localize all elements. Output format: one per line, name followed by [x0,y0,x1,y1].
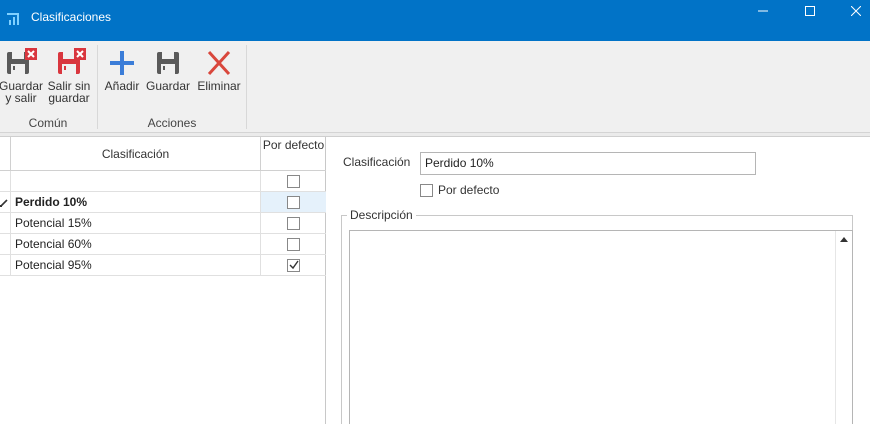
checkbox[interactable] [287,174,300,188]
save-close-icon [7,48,37,74]
row-indicator [0,234,11,254]
ribbon-group-divider [246,45,247,129]
grid-header: Clasificación Por defecto [0,137,326,171]
table-row[interactable]: Potencial 15% [0,213,326,234]
por-defecto-checkbox[interactable] [420,183,433,197]
row-indicator [0,171,11,191]
exit-without-saving-label: Salir sin guardar [47,79,91,105]
cell-clasificacion[interactable] [11,171,261,191]
add-button[interactable]: Añadir [102,47,142,92]
delete-x-icon [207,50,231,76]
clasificaciones-grid: Clasificación Por defecto Perdido 10% Po… [0,137,326,424]
ribbon-group-comun: Común [28,116,68,130]
title-bar: Clasificaciones [0,0,870,41]
minimize-icon [758,10,768,12]
clasificacion-label: Clasificación [343,155,411,169]
maximize-button[interactable] [787,0,833,22]
cell-clasificacion[interactable]: Potencial 15% [11,213,261,233]
cell-clasificacion[interactable]: Perdido 10% [11,192,261,212]
add-label: Añadir [104,79,140,93]
scroll-up-button[interactable] [836,231,852,247]
ribbon-group-acciones: Acciones [147,116,197,130]
delete-label: Eliminar [197,79,241,93]
cell-clasificacion[interactable]: Potencial 95% [11,255,261,275]
checkbox[interactable] [287,195,300,209]
cell-por-defecto[interactable] [261,213,326,233]
table-row[interactable]: Perdido 10% [0,192,326,213]
column-header-por-defecto[interactable]: Por defecto [261,139,326,152]
cell-por-defecto[interactable] [261,171,326,191]
por-defecto-label: Por defecto [438,183,500,197]
row-indicator-header [0,137,11,171]
cell-por-defecto[interactable] [261,255,326,275]
minimize-button[interactable] [740,0,786,22]
save-label: Guardar [145,79,191,93]
checkmark-icon [289,260,299,270]
save-button[interactable]: Guardar [145,47,191,92]
clasificacion-input[interactable]: Perdido 10% [420,152,756,175]
vertical-scrollbar[interactable] [835,231,852,424]
cell-por-defecto[interactable] [261,192,326,212]
ribbon-toolbar: Guardar y salir Salir sin guardar Común … [0,41,870,133]
close-icon [851,6,861,16]
column-header-clasificacion[interactable]: Clasificación [11,137,261,171]
save-and-exit-label: Guardar y salir [0,79,44,105]
row-indicator [0,213,11,233]
pencil-edit-icon [0,199,8,207]
exit-no-save-icon [58,48,86,74]
descripcion-label: Descripción [347,208,416,222]
exit-without-saving-button[interactable]: Salir sin guardar [46,47,92,104]
triangle-up-icon [840,237,848,242]
checkbox[interactable] [287,258,300,272]
cell-clasificacion[interactable]: Potencial 60% [11,234,261,254]
close-button[interactable] [833,0,870,22]
checkbox[interactable] [287,216,300,230]
delete-button[interactable]: Eliminar [196,47,242,92]
table-row[interactable]: Potencial 95% [0,255,326,276]
table-row-new[interactable] [0,171,326,192]
table-row[interactable]: Potencial 60% [0,234,326,255]
checkbox[interactable] [287,237,300,251]
app-logo-icon [7,13,19,25]
save-icon [157,52,179,74]
row-indicator [0,255,11,275]
descripcion-textarea[interactable] [349,230,853,424]
maximize-icon [805,6,815,16]
window-title: Clasificaciones [31,10,112,24]
por-defecto-checkbox-row[interactable]: Por defecto [420,183,499,197]
cell-por-defecto[interactable] [261,234,326,254]
row-indicator [0,192,11,212]
plus-icon [110,51,134,75]
detail-form: Clasificación Perdido 10% Por defecto De… [327,137,870,424]
save-and-exit-button[interactable]: Guardar y salir [0,47,44,104]
